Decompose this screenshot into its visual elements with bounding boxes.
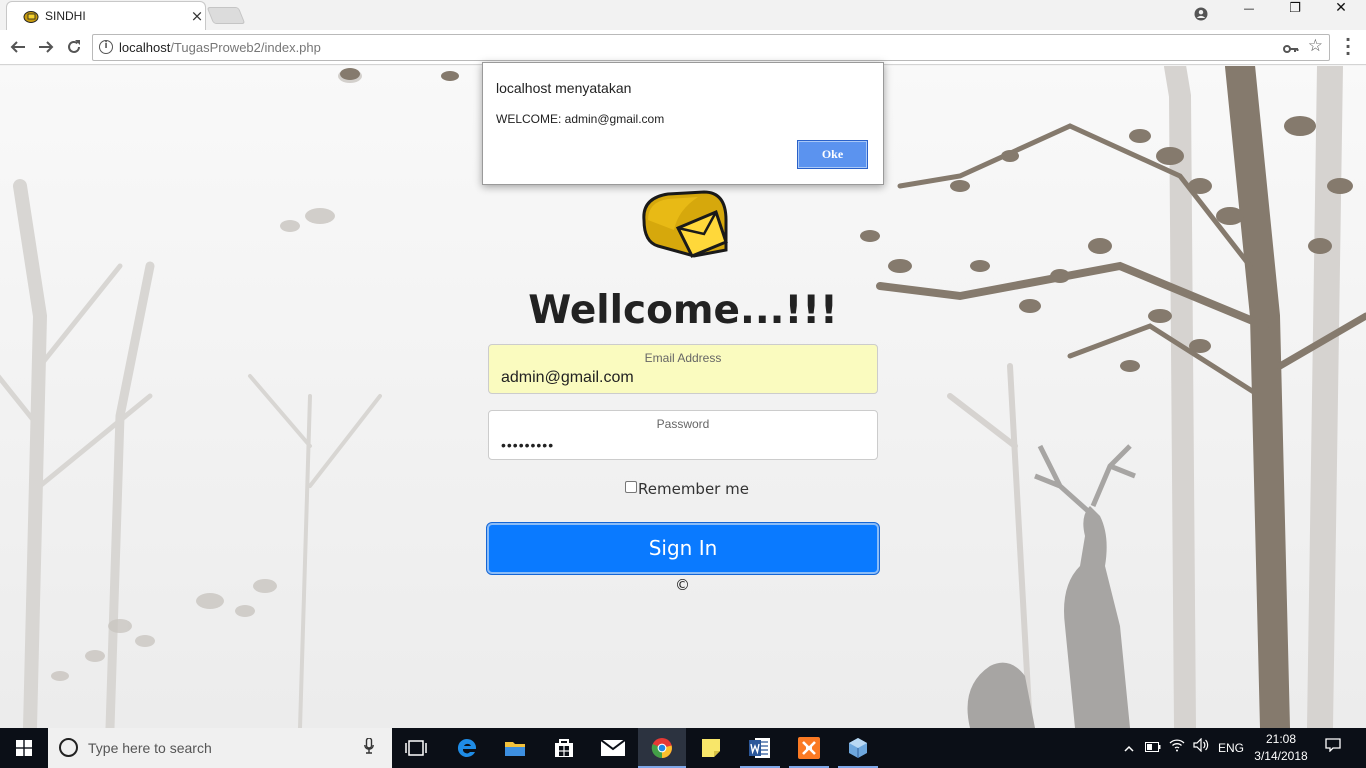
reload-icon[interactable] <box>62 35 86 59</box>
password-label: Password <box>656 417 710 431</box>
minimize-button[interactable]: — <box>1226 0 1272 30</box>
file-explorer-icon[interactable] <box>491 728 539 768</box>
mail-icon[interactable] <box>589 728 637 768</box>
windows-icon <box>16 740 32 756</box>
remember-label: Remember me <box>638 480 749 498</box>
store-icon[interactable] <box>540 728 588 768</box>
dialog-title: localhost menyatakan <box>496 80 632 96</box>
browser-tab[interactable]: SINDHI × <box>6 1 206 31</box>
tab-strip: SINDHI × — ❐ ✕ <box>0 0 1366 31</box>
clock[interactable]: 21:08 3/14/2018 <box>1251 731 1311 765</box>
info-icon[interactable]: i <box>99 40 113 54</box>
wifi-icon[interactable] <box>1166 728 1188 768</box>
remember-checkbox[interactable] <box>625 481 637 493</box>
restore-button[interactable]: ❐ <box>1272 0 1318 30</box>
email-value[interactable]: admin@gmail.com <box>501 369 634 387</box>
close-window-button[interactable]: ✕ <box>1318 0 1364 30</box>
action-center-icon[interactable] <box>1318 728 1348 768</box>
menu-icon[interactable]: · · · <box>1340 32 1356 62</box>
alert-dialog: localhost menyatakan WELCOME: admin@gmai… <box>482 62 884 185</box>
dialog-ok-button[interactable]: Oke <box>797 140 868 169</box>
xampp-icon[interactable] <box>785 728 833 768</box>
search-placeholder: Type here to search <box>88 740 212 756</box>
clock-date: 3/14/2018 <box>1254 749 1308 763</box>
word-icon[interactable] <box>736 728 784 768</box>
email-label: Email Address <box>644 351 722 365</box>
page-title: Wellcome...!!! <box>528 288 838 333</box>
language-indicator[interactable]: ENG <box>1214 728 1248 768</box>
taskbar-search-input[interactable]: Type here to search <box>48 728 392 768</box>
remember-me[interactable]: Remember me <box>625 480 749 498</box>
url-host: localhost <box>119 40 171 55</box>
sign-in-button[interactable]: Sign In <box>487 523 879 574</box>
chevron-up-icon[interactable] <box>1119 728 1139 768</box>
cortana-icon <box>59 738 78 757</box>
microphone-icon[interactable] <box>364 738 374 754</box>
mailbox-logo-icon <box>642 190 728 258</box>
close-icon: ✕ <box>1335 0 1347 16</box>
email-field[interactable]: Email Address admin@gmail.com <box>488 344 878 394</box>
restore-icon: ❐ <box>1289 1 1301 16</box>
url-text: localhost/TugasProweb2/index.php <box>119 40 321 55</box>
bookmark-star-icon[interactable]: ☆ <box>1308 36 1323 56</box>
minimize-icon: — <box>1243 2 1255 15</box>
password-value[interactable]: ••••••••• <box>501 437 554 453</box>
virtualbox-icon[interactable] <box>834 728 882 768</box>
copyright-text: © <box>675 576 690 594</box>
key-icon[interactable] <box>1283 38 1299 58</box>
url-path: /TugasProweb2/index.php <box>170 40 321 55</box>
dialog-message: WELCOME: admin@gmail.com <box>496 112 665 126</box>
taskbar: Type here to search ENG 21:08 3/14/2018 <box>0 728 1366 768</box>
tab-title: SINDHI <box>45 9 86 23</box>
edge-icon[interactable] <box>443 728 491 768</box>
battery-icon[interactable] <box>1142 728 1164 768</box>
sticky-notes-icon[interactable] <box>687 728 735 768</box>
tab-close-icon[interactable]: × <box>189 6 205 26</box>
browser-toolbar: i localhost/TugasProweb2/index.php ☆ · · · <box>0 30 1366 65</box>
chrome-icon[interactable] <box>638 728 686 768</box>
account-icon[interactable] <box>1178 0 1224 30</box>
forward-icon[interactable] <box>34 35 58 59</box>
address-bar[interactable]: i localhost/TugasProweb2/index.php ☆ <box>92 34 1330 61</box>
mail-favicon-icon <box>23 11 39 23</box>
task-view-icon[interactable] <box>392 728 440 768</box>
start-button[interactable] <box>0 728 48 768</box>
password-field[interactable]: Password ••••••••• <box>488 410 878 460</box>
back-icon[interactable] <box>6 35 30 59</box>
volume-icon[interactable] <box>1190 728 1212 768</box>
clock-time: 21:08 <box>1265 732 1297 746</box>
new-tab-button[interactable] <box>206 7 246 24</box>
